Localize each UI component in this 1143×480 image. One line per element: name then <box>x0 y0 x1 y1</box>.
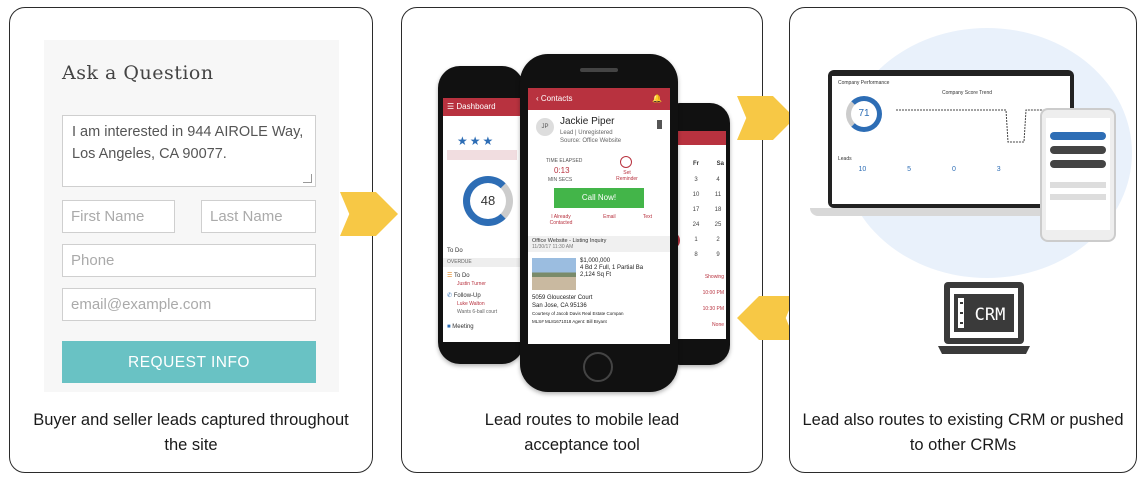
time-elapsed-value: 0:13 <box>554 166 570 175</box>
call-now-button[interactable]: Call Now! <box>554 188 644 208</box>
caption-line-1: Buyer and seller leads captured througho… <box>33 411 349 429</box>
list-item <box>1050 132 1106 140</box>
bookmark-icon[interactable] <box>657 120 662 129</box>
panel-caption: Lead routes to mobile lead acceptance to… <box>402 408 762 458</box>
time-elapsed-label: TIME ELAPSED <box>546 158 583 164</box>
chart-title: Company Score Trend <box>942 90 993 96</box>
calendar-day[interactable]: 3 <box>690 173 702 188</box>
calendar-day[interactable]: 17 <box>690 203 702 218</box>
dashboard-title: Dashboard <box>456 102 496 111</box>
calendar-day[interactable]: 18 <box>712 203 724 218</box>
email-button[interactable]: Email <box>603 214 616 226</box>
phone-input[interactable]: Phone <box>62 244 316 277</box>
clock-icon[interactable] <box>620 156 632 168</box>
list-item <box>1050 182 1106 188</box>
lead-stats: 10 5 0 3 2 <box>838 166 1066 173</box>
calendar-day[interactable]: 9 <box>712 248 724 263</box>
contacted-button[interactable]: I Already Contacted <box>546 214 576 226</box>
listing-address: 5059 Gloucester Court San Jose, CA 95136… <box>532 295 624 324</box>
todo-item[interactable]: ☰ To Do Justin Turner <box>447 272 486 288</box>
tablet <box>1040 108 1116 242</box>
leads-label: Leads <box>838 156 852 162</box>
panel-caption: Buyer and seller leads captured througho… <box>10 408 372 458</box>
score-gauge: 48 <box>463 176 513 226</box>
bell-icon[interactable]: 🔔 <box>652 88 662 110</box>
mobile-tool-panel: 017 Th Fr Sa 234910111617182324253012789… <box>401 7 763 473</box>
resize-handle-icon[interactable] <box>303 174 312 183</box>
crm-laptop-icon: CRM <box>938 282 1030 354</box>
contact-phone: ‹ Contacts 🔔 JP Jackie Piper Lead | Unre… <box>520 54 678 392</box>
home-button[interactable] <box>583 352 613 382</box>
performance-gauge: 71 <box>846 96 882 132</box>
todo-item[interactable]: ✆ Follow-Up Luke Walton Wants 6-ball cou… <box>447 292 497 316</box>
stat-value: 0 <box>951 166 956 173</box>
email-input[interactable]: email@example.com <box>62 288 316 321</box>
calendar-day[interactable]: 10 <box>690 188 702 203</box>
message-textarea[interactable]: I am interested in 944 AIROLE Way, Los A… <box>62 115 316 187</box>
ask-question-form: Ask a Question I am interested in 944 AI… <box>44 40 339 392</box>
list-icon: ☰ <box>447 273 453 279</box>
crm-icon-text: CRM <box>975 305 1006 325</box>
phone-icon: ✆ <box>447 293 453 299</box>
contact-status: Lead | Unregistered <box>560 130 613 136</box>
calendar-day[interactable]: 2 <box>712 233 724 248</box>
todo-item[interactable]: ■ Meeting <box>447 324 474 330</box>
speaker-icon <box>580 68 618 72</box>
calendar-day[interactable]: 1 <box>690 233 702 248</box>
stat-value: 3 <box>996 166 1001 173</box>
message-value: I am interested in 944 AIROLE Way, Los A… <box>72 124 304 162</box>
todo-label: To Do <box>447 248 463 254</box>
caption-line-1: Lead routes to mobile lead <box>484 411 680 429</box>
meeting-icon: ■ <box>447 324 451 330</box>
dashboard-notice <box>447 150 517 160</box>
menu-icon[interactable]: ☰ <box>447 102 454 111</box>
caption-line-2: the site <box>164 436 218 454</box>
back-icon[interactable]: ‹ <box>536 94 539 103</box>
caption-line-2: acceptance tool <box>524 436 640 454</box>
time-elapsed-unit: MIN SECS <box>548 177 573 183</box>
inquiry-header: Office Website - Listing Inquiry 11/30/1… <box>528 236 670 252</box>
laptop: Company Performance 71 Company Score Tre… <box>828 70 1074 208</box>
caption-line-1: Lead also routes to existing CRM or push… <box>802 411 1124 429</box>
list-item <box>1050 194 1106 200</box>
request-info-button[interactable]: REQUEST INFO <box>62 341 316 383</box>
calendar-day[interactable]: 4 <box>712 173 724 188</box>
first-name-input[interactable]: First Name <box>62 200 175 233</box>
lead-capture-panel: Ask a Question I am interested in 944 AI… <box>9 7 373 473</box>
last-name-input[interactable]: Last Name <box>201 200 316 233</box>
calendar-day[interactable]: 8 <box>690 248 702 263</box>
contact-source: Source: Office Website <box>560 138 622 144</box>
form-title: Ask a Question <box>62 62 214 84</box>
contact-actions: I Already Contacted Email Text <box>546 214 652 226</box>
crm-panel: Company Performance 71 Company Score Tre… <box>789 7 1137 473</box>
stat-value: 10 <box>858 166 867 173</box>
set-reminder-label[interactable]: Set Reminder <box>612 170 642 182</box>
listing-photo[interactable] <box>532 258 576 290</box>
contacts-header: ‹ Contacts 🔔 <box>528 88 670 110</box>
laptop-title: Company Performance <box>838 80 890 86</box>
dashboard-header: ☰ Dashboard <box>443 98 521 116</box>
list-item <box>1050 160 1106 168</box>
calendar-day[interactable]: 11 <box>712 188 724 203</box>
calendar-day[interactable]: 25 <box>712 218 724 233</box>
list-item <box>1050 146 1106 154</box>
dashboard-phone: ☰ Dashboard ★★★ 48 To Do OVERDUE ☰ To Do… <box>438 66 524 364</box>
text-button[interactable]: Text <box>643 214 652 226</box>
tablet-screen <box>1046 118 1110 230</box>
avatar: JP <box>536 118 554 136</box>
panel-caption: Lead also routes to existing CRM or push… <box>790 408 1136 458</box>
caption-line-2: to other CRMs <box>909 436 1017 454</box>
calendar-day[interactable]: 24 <box>690 218 702 233</box>
overdue-label: OVERDUE <box>443 258 521 267</box>
contact-name: Jackie Piper <box>560 116 615 127</box>
laptop-screen: Company Performance 71 Company Score Tre… <box>832 76 1070 204</box>
listing-details: $1,000,000 4 Bd 2 Full, 1 Partial Ba 2,1… <box>580 258 644 278</box>
stat-value: 5 <box>907 166 912 173</box>
rating-stars-icon: ★★★ <box>457 134 496 148</box>
